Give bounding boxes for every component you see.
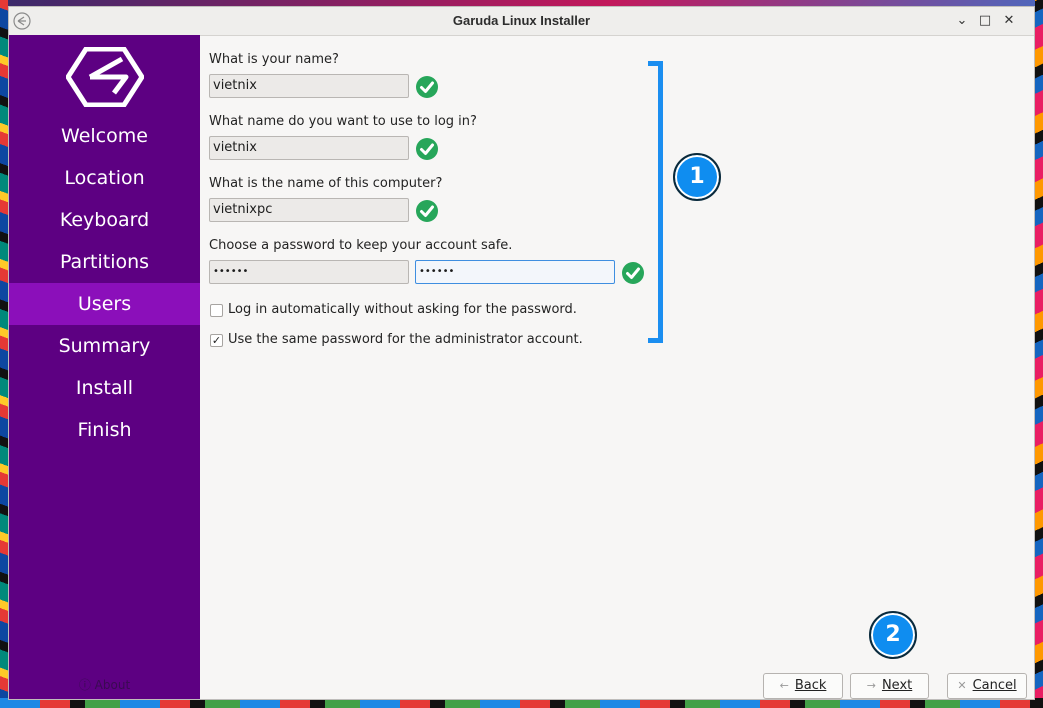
window-title: Garuda Linux Installer: [452, 13, 591, 28]
sidebar-step-users: Users: [9, 283, 200, 325]
login-label: What name do you want to use to log in?: [209, 114, 477, 129]
desktop-wallpaper-left: [0, 0, 8, 708]
sidebar-step-welcome: Welcome: [61, 125, 148, 147]
sidebar-step-location: Location: [64, 167, 145, 189]
username-input[interactable]: vietnix: [209, 136, 409, 160]
same-admin-password-label: Use the same password for the administra…: [228, 332, 583, 347]
maximize-icon: □: [978, 13, 992, 28]
same-admin-password-checkbox[interactable]: ✓: [210, 334, 223, 347]
hostname-input[interactable]: vietnixpc: [209, 198, 409, 222]
sidebar-step-keyboard: Keyboard: [59, 209, 150, 231]
title-bar: Garuda Linux Installer ⌄ □ ✕: [9, 7, 1034, 36]
about-label: About: [94, 678, 131, 692]
users-page: What is your name? vietnix What name do …: [200, 35, 1034, 699]
password-valid-icon: [622, 262, 644, 284]
info-icon: ⓘ: [78, 678, 91, 692]
full-name-input[interactable]: vietnix: [209, 74, 409, 98]
name-valid-icon: [416, 76, 438, 98]
login-valid-icon: [416, 138, 438, 160]
steps-sidebar: Welcome Location Keyboard Partitions Use…: [9, 35, 200, 699]
close-icon: ✕: [1003, 13, 1015, 28]
arrow-right-icon: →: [866, 679, 876, 692]
cancel-button[interactable]: ✕ Cancel: [947, 673, 1027, 699]
arrow-left-icon: ←: [779, 679, 789, 692]
password-label: Choose a password to keep your account s…: [209, 238, 513, 253]
minimize-icon: ⌄: [956, 13, 968, 28]
annotation-badge-1: 1: [673, 153, 721, 201]
back-label: Back: [794, 678, 827, 693]
maximize-button[interactable]: □: [975, 11, 995, 31]
hostname-label: What is the name of this computer?: [209, 176, 443, 191]
password-input[interactable]: ••••••: [209, 260, 409, 284]
sidebar-step-install: Install: [75, 377, 134, 399]
next-label: Next: [881, 678, 913, 693]
close-window-button[interactable]: ✕: [999, 11, 1019, 31]
hostname-valid-icon: [416, 200, 438, 222]
name-label: What is your name?: [209, 52, 339, 67]
desktop-wallpaper-right: [1035, 0, 1043, 708]
annotation-bracket: [648, 61, 663, 343]
cancel-label: Cancel: [972, 678, 1017, 693]
checkmark-icon: ✓: [211, 334, 222, 347]
garuda-logo: [66, 47, 144, 107]
about-button[interactable]: ⓘ About: [9, 676, 200, 693]
sidebar-step-summary: Summary: [58, 335, 151, 357]
password-confirm-input[interactable]: ••••••: [415, 260, 615, 284]
installer-window: Garuda Linux Installer ⌄ □ ✕ Welcome Loc…: [8, 6, 1035, 700]
sidebar-step-partitions: Partitions: [59, 251, 150, 273]
autologin-label: Log in automatically without asking for …: [228, 302, 577, 317]
sidebar-step-finish: Finish: [77, 419, 132, 441]
back-button[interactable]: ← Back: [763, 673, 843, 699]
x-icon: ✕: [957, 679, 967, 692]
autologin-checkbox[interactable]: [210, 304, 223, 317]
minimize-button[interactable]: ⌄: [952, 11, 972, 31]
next-button[interactable]: → Next: [850, 673, 929, 699]
annotation-badge-2: 2: [869, 611, 917, 659]
